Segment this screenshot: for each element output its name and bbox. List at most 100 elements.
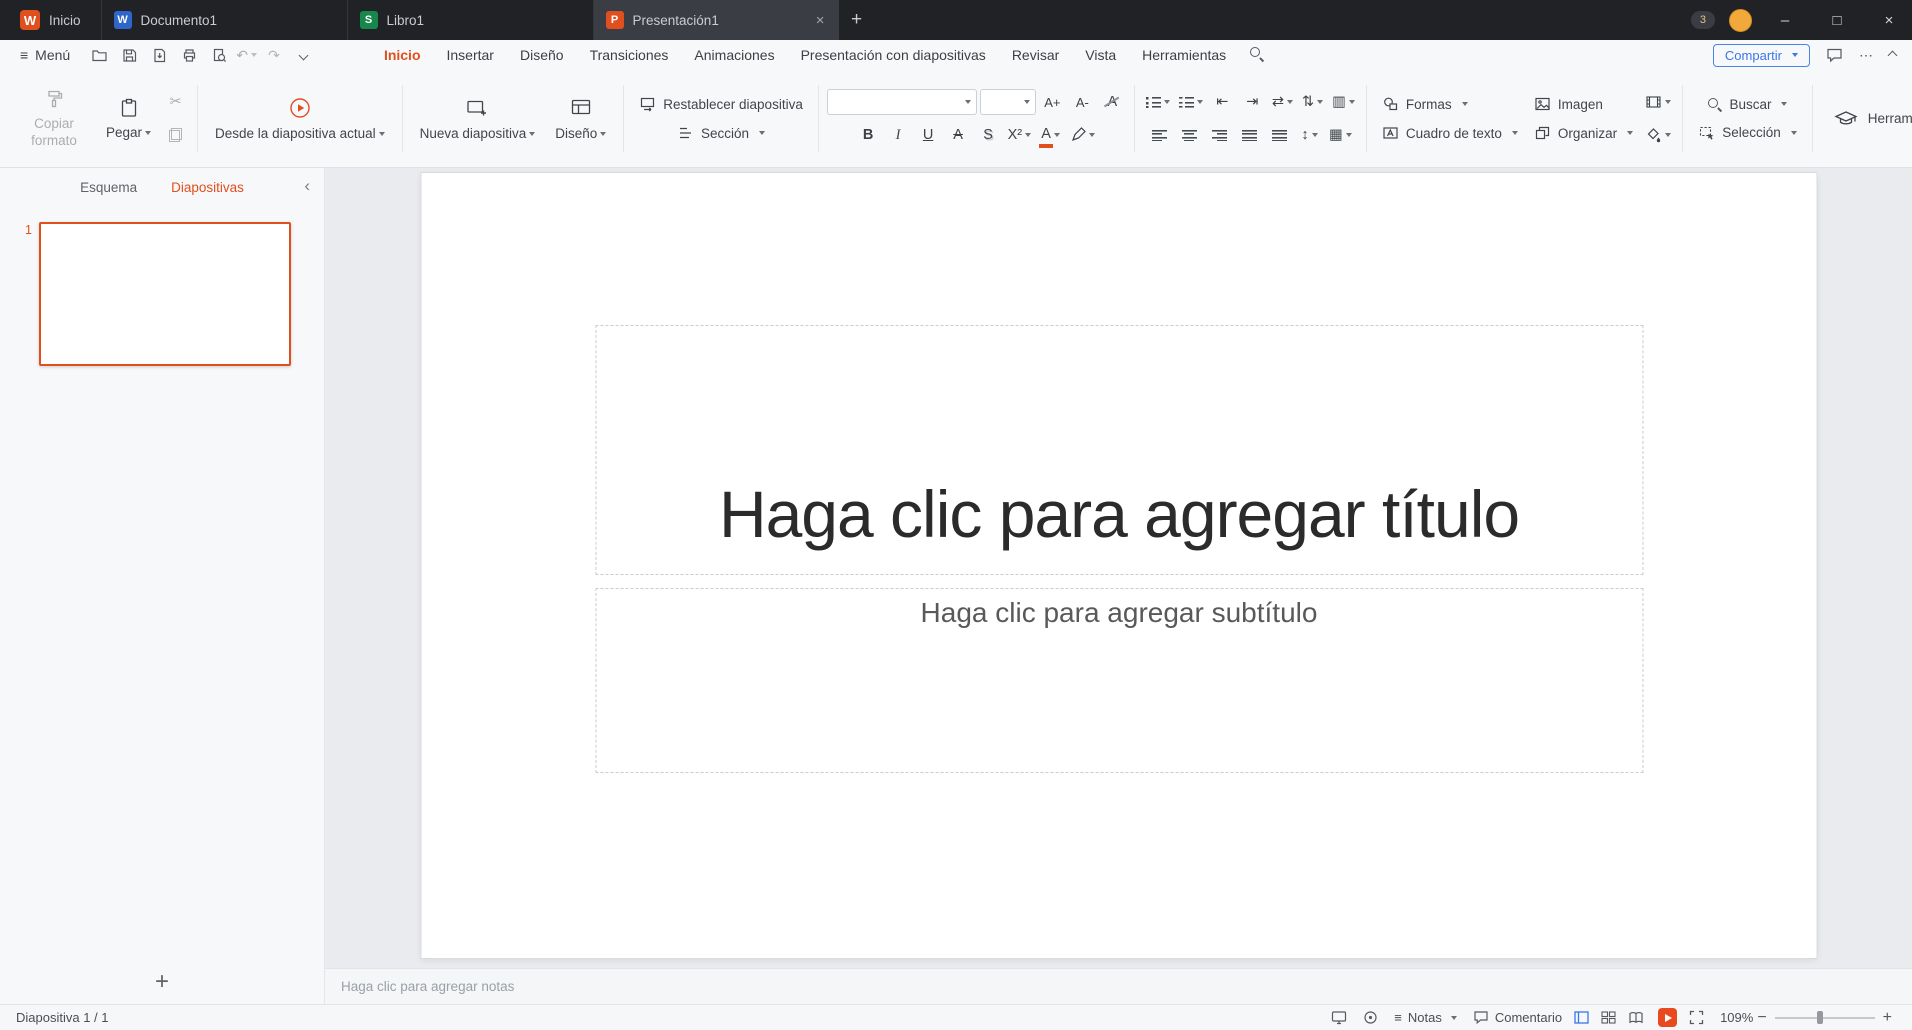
- collapse-ribbon-button[interactable]: [1889, 52, 1896, 59]
- increase-font-button[interactable]: A+: [1039, 89, 1066, 115]
- save-button[interactable]: [116, 43, 142, 67]
- reset-slide-button[interactable]: Restablecer diapositiva: [632, 93, 810, 115]
- notes-toggle-button[interactable]: ≡ Notas: [1394, 1010, 1457, 1025]
- bold-button[interactable]: B: [855, 122, 882, 148]
- selection-button[interactable]: Selección: [1691, 122, 1804, 144]
- ribbon-tab-revisar[interactable]: Revisar: [999, 47, 1072, 63]
- set-up-show-button[interactable]: [1331, 1010, 1347, 1025]
- distribute-button[interactable]: [1266, 122, 1293, 148]
- comment-button[interactable]: Comentario: [1473, 1010, 1562, 1025]
- copy-format-button[interactable]: Copiar formato: [13, 84, 95, 154]
- shapes-button[interactable]: Formas: [1375, 93, 1525, 115]
- align-right-button[interactable]: [1206, 122, 1233, 148]
- comment-bubble-button[interactable]: [1826, 47, 1843, 63]
- slide-sorter-view-button[interactable]: [1601, 1011, 1616, 1024]
- tab-libro1[interactable]: S Libro1: [347, 0, 593, 40]
- zoom-slider[interactable]: [1775, 1017, 1875, 1019]
- zoom-in-button[interactable]: +: [1879, 1009, 1896, 1027]
- menu-button[interactable]: ≡ Menú: [10, 47, 80, 63]
- export-pdf-button[interactable]: [146, 43, 172, 67]
- tab-documento1[interactable]: W Documento1: [101, 0, 347, 40]
- slide[interactable]: Haga clic para agregar título Haga clic …: [421, 173, 1816, 958]
- align-left-button[interactable]: [1146, 122, 1173, 148]
- title-placeholder[interactable]: Haga clic para agregar título: [595, 325, 1643, 575]
- highlight-button[interactable]: [1067, 122, 1098, 148]
- bullets-button[interactable]: [1143, 89, 1173, 115]
- home-tab[interactable]: W Inicio: [0, 0, 101, 40]
- print-preview-button[interactable]: [206, 43, 232, 67]
- slideshow-play-button[interactable]: [1658, 1008, 1677, 1027]
- fill-color-button[interactable]: [1642, 122, 1674, 148]
- superscript-button[interactable]: X²: [1005, 122, 1035, 148]
- clear-format-button[interactable]: A: [1099, 89, 1126, 115]
- subtitle-placeholder[interactable]: Haga clic para agregar subtítulo: [595, 588, 1643, 773]
- ribbon-tab-inicio[interactable]: Inicio: [371, 47, 434, 63]
- italic-button[interactable]: I: [885, 122, 912, 148]
- collapse-panel-button[interactable]: ‹: [304, 176, 310, 196]
- numbering-button[interactable]: [1176, 89, 1206, 115]
- image-button[interactable]: Imagen: [1527, 93, 1640, 115]
- minimize-button[interactable]: –: [1766, 0, 1804, 40]
- redo-button[interactable]: ↷: [261, 43, 287, 67]
- tab-diapositivas[interactable]: Diapositivas: [171, 180, 244, 195]
- smartart-button[interactable]: ▦: [1326, 122, 1355, 148]
- notes-bar[interactable]: Haga clic para agregar notas: [325, 968, 1912, 1004]
- paste-button[interactable]: Pegar: [97, 93, 160, 144]
- ribbon-tab-insertar[interactable]: Insertar: [434, 47, 507, 63]
- maximize-button[interactable]: □: [1818, 0, 1856, 40]
- text-direction-button[interactable]: ⇄: [1269, 89, 1296, 115]
- section-button[interactable]: Sección: [670, 122, 772, 144]
- font-size-select[interactable]: [980, 89, 1036, 115]
- font-color-button[interactable]: A: [1037, 122, 1064, 148]
- customize-toolbar-button[interactable]: [291, 43, 317, 67]
- promo-badge[interactable]: 3: [1691, 11, 1715, 29]
- avatar[interactable]: [1729, 9, 1752, 32]
- play-from-current-button[interactable]: Desde la diapositiva actual: [206, 92, 394, 145]
- normal-view-button[interactable]: [1574, 1011, 1589, 1024]
- strikethrough-button[interactable]: A: [945, 122, 972, 148]
- underline-button[interactable]: U: [915, 122, 942, 148]
- new-slide-button[interactable]: Nueva diapositiva: [411, 92, 545, 145]
- ribbon-tab-presentacion[interactable]: Presentación con diapositivas: [788, 47, 999, 63]
- ribbon-tab-diseno[interactable]: Diseño: [507, 47, 577, 63]
- text-shadow-button[interactable]: S: [975, 122, 1002, 148]
- tab-presentacion1[interactable]: P Presentación1 ×: [593, 0, 839, 40]
- undo-button[interactable]: ↶: [236, 47, 257, 64]
- tab-esquema[interactable]: Esquema: [80, 180, 137, 195]
- decrease-font-button[interactable]: A-: [1069, 89, 1096, 115]
- share-button[interactable]: Compartir: [1713, 44, 1810, 67]
- find-button[interactable]: Buscar: [1700, 94, 1794, 115]
- columns-button[interactable]: ▥: [1329, 89, 1358, 115]
- cut-button[interactable]: ✂: [162, 89, 189, 115]
- add-slide-button[interactable]: +: [155, 970, 169, 994]
- line-spacing-button[interactable]: ↕: [1296, 122, 1323, 148]
- copy-button[interactable]: [162, 122, 189, 148]
- zoom-slider-handle[interactable]: [1817, 1011, 1823, 1024]
- ribbon-tab-transiciones[interactable]: Transiciones: [577, 47, 682, 63]
- ribbon-search-button[interactable]: [1239, 46, 1274, 64]
- zoom-out-button[interactable]: −: [1753, 1009, 1770, 1027]
- textbox-button[interactable]: Cuadro de texto: [1375, 122, 1525, 144]
- increase-indent-button[interactable]: ⇥: [1239, 89, 1266, 115]
- cast-button[interactable]: [1363, 1010, 1378, 1025]
- slide-thumbnail[interactable]: [39, 222, 291, 366]
- close-button[interactable]: ×: [1870, 0, 1908, 40]
- open-file-button[interactable]: [86, 43, 112, 67]
- more-options-button[interactable]: ⋯: [1859, 47, 1873, 64]
- font-name-select[interactable]: [827, 89, 977, 115]
- ribbon-tab-animaciones[interactable]: Animaciones: [681, 47, 787, 63]
- decrease-indent-button[interactable]: ⇤: [1209, 89, 1236, 115]
- ribbon-tab-vista[interactable]: Vista: [1072, 47, 1129, 63]
- zoom-level[interactable]: 109%: [1720, 1010, 1753, 1025]
- fit-slide-button[interactable]: [1689, 1010, 1704, 1025]
- design-button[interactable]: Diseño: [546, 92, 615, 145]
- insert-media-button[interactable]: [1642, 89, 1674, 115]
- tab-close-icon[interactable]: ×: [814, 12, 827, 29]
- align-center-button[interactable]: [1176, 122, 1203, 148]
- arrange-button[interactable]: Organizar: [1527, 122, 1640, 144]
- reading-view-button[interactable]: [1628, 1011, 1644, 1024]
- justify-button[interactable]: [1236, 122, 1263, 148]
- new-tab-button[interactable]: +: [839, 0, 875, 40]
- ribbon-tab-herramientas[interactable]: Herramientas: [1129, 47, 1239, 63]
- print-button[interactable]: [176, 43, 202, 67]
